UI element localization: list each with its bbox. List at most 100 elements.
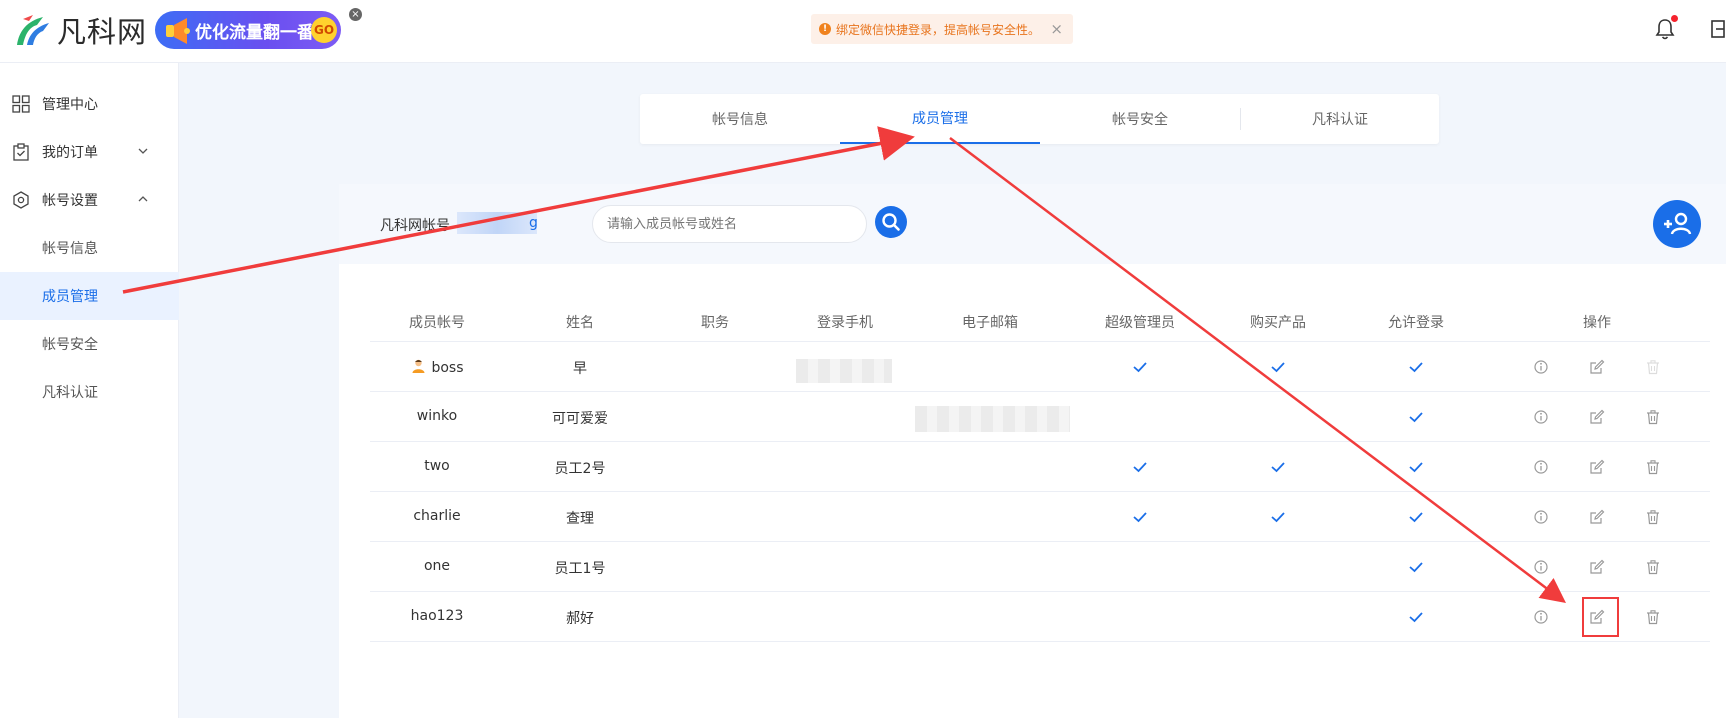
sidebar: 管理中心 我的订单 帐号设置 帐号信息 成员管理 帐号安全 凡科认证: [0, 63, 179, 718]
column-header-actions: 操作: [1583, 315, 1611, 331]
warning-icon: !: [819, 23, 831, 35]
tab-member-management[interactable]: 成员管理: [840, 94, 1040, 144]
tab-account-info[interactable]: 帐号信息: [640, 94, 840, 144]
edit-icon[interactable]: [1589, 509, 1605, 525]
sidebar-subitem-account-security[interactable]: 帐号安全: [0, 320, 179, 368]
account-text: charlie: [413, 508, 461, 524]
account-label: 凡科网帐号: [380, 218, 450, 234]
allow-login-check-icon: [1408, 360, 1424, 374]
promo-banner[interactable]: 优化流量翻一番 GO: [155, 11, 341, 49]
allow-login-check-icon: [1408, 560, 1424, 574]
delete-icon: [1645, 359, 1661, 375]
search-input[interactable]: [605, 214, 825, 234]
table-row: charlie 查理: [370, 492, 1710, 542]
account-text: hao123: [410, 608, 464, 624]
megaphone-icon: [166, 18, 190, 44]
sidebar-item-label: 管理中心: [42, 97, 98, 113]
sidebar-subitem-member-management[interactable]: 成员管理: [0, 272, 179, 320]
sidebar-item-label: 我的订单: [42, 145, 98, 161]
info-icon[interactable]: [1533, 409, 1549, 425]
buy-product-check-icon: [1270, 360, 1286, 374]
search-icon: [882, 213, 900, 231]
buy-product-check-icon: [1270, 460, 1286, 474]
delete-icon[interactable]: [1645, 559, 1661, 575]
edit-icon[interactable]: [1589, 359, 1605, 375]
allow-login-check-icon: [1408, 460, 1424, 474]
sidebar-subitem-label: 帐号安全: [42, 337, 98, 353]
account-text: one: [423, 558, 451, 574]
delete-icon[interactable]: [1645, 609, 1661, 625]
edit-icon[interactable]: [1589, 459, 1605, 475]
tab-account-security[interactable]: 帐号安全: [1040, 94, 1240, 144]
delete-icon[interactable]: [1645, 509, 1661, 525]
info-icon[interactable]: [1533, 509, 1549, 525]
account-text: boss: [431, 360, 464, 376]
table-header: 成员帐号 姓名 职务 登录手机 电子邮箱 超级管理员 购买产品 允许登录 操作: [370, 302, 1710, 342]
account-text: winko: [416, 408, 458, 424]
column-header-account: 成员帐号: [409, 315, 465, 331]
logo-text: 凡科网: [57, 15, 148, 49]
promo-close-icon[interactable]: ×: [349, 8, 362, 21]
column-header-name: 姓名: [566, 315, 594, 331]
sidebar-subitem-certification[interactable]: 凡科认证: [0, 368, 179, 416]
edit-icon[interactable]: [1589, 409, 1605, 425]
site-logo[interactable]: 凡科网: [13, 10, 147, 50]
delete-icon[interactable]: [1645, 409, 1661, 425]
allow-login-check-icon: [1408, 610, 1424, 624]
super-admin-check-icon: [1132, 460, 1148, 474]
chevron-up-icon: [138, 196, 148, 202]
sidebar-item-account-settings[interactable]: 帐号设置: [0, 176, 179, 224]
add-member-button[interactable]: [1653, 200, 1701, 248]
sidebar-subitem-label: 凡科认证: [42, 385, 98, 401]
promo-go-button[interactable]: GO: [311, 17, 337, 43]
table-row: two 员工2号: [370, 442, 1710, 492]
info-icon[interactable]: [1533, 559, 1549, 575]
grid-icon: [12, 95, 30, 113]
allow-login-check-icon: [1408, 410, 1424, 424]
account-value: g: [529, 215, 538, 231]
sidebar-subitem-account-info[interactable]: 帐号信息: [0, 224, 179, 272]
sidebar-subitem-label: 帐号信息: [42, 241, 98, 257]
search-button[interactable]: [875, 206, 907, 238]
column-header-phone: 登录手机: [817, 315, 873, 331]
notice-bar: ! 绑定微信快捷登录，提高帐号安全性。 ×: [811, 14, 1073, 44]
card-toolbar: 凡科网帐号 g: [339, 184, 1726, 264]
sidebar-item-dashboard[interactable]: 管理中心: [0, 80, 179, 128]
notice-close-icon[interactable]: ×: [1050, 20, 1063, 38]
cell-account: charlie: [413, 508, 460, 524]
tab-bar: 帐号信息 成员管理 帐号安全 凡科认证: [640, 94, 1439, 144]
delete-icon[interactable]: [1645, 459, 1661, 475]
table-row: boss 早: [370, 342, 1710, 392]
cell-account: two: [424, 458, 450, 474]
tab-certification[interactable]: 凡科认证: [1240, 94, 1440, 144]
column-header-super-admin: 超级管理员: [1105, 315, 1175, 331]
cell-account: boss: [410, 358, 464, 378]
order-icon: [13, 143, 29, 161]
sidebar-item-orders[interactable]: 我的订单: [0, 128, 179, 176]
top-header: 凡科网 优化流量翻一番 GO × ! 绑定微信快捷登录，提高帐号安全性。 ×: [0, 0, 1726, 63]
cell-account: hao123: [411, 608, 464, 624]
column-header-title: 职务: [701, 315, 729, 331]
cell-name: 员工1号: [554, 561, 606, 577]
allow-login-check-icon: [1408, 510, 1424, 524]
logo-mark-icon: [17, 15, 49, 45]
redacted-phone: [796, 359, 892, 383]
exit-icon[interactable]: [1710, 18, 1726, 40]
table-row: one 员工1号: [370, 542, 1710, 592]
super-admin-check-icon: [1132, 360, 1148, 374]
super-admin-check-icon: [1132, 510, 1148, 524]
info-icon[interactable]: [1533, 459, 1549, 475]
info-icon[interactable]: [1533, 609, 1549, 625]
notice-text[interactable]: 绑定微信快捷登录，提高帐号安全性。: [836, 21, 1040, 38]
cell-name: 早: [573, 361, 587, 377]
column-header-buy-product: 购买产品: [1250, 315, 1306, 331]
table-row: hao123 郝好: [370, 592, 1710, 642]
promo-text: 优化流量翻一番: [195, 22, 314, 43]
annotation-highlight-box: [1582, 597, 1619, 637]
member-card: 凡科网帐号 g 成员帐号 姓名 职务 登录手机 电子邮箱 超级管理员: [339, 184, 1726, 718]
bell-icon[interactable]: [1654, 15, 1678, 40]
edit-icon[interactable]: [1589, 559, 1605, 575]
account-text: two: [424, 458, 450, 474]
cell-name: 查理: [566, 511, 594, 527]
info-icon[interactable]: [1533, 359, 1549, 375]
